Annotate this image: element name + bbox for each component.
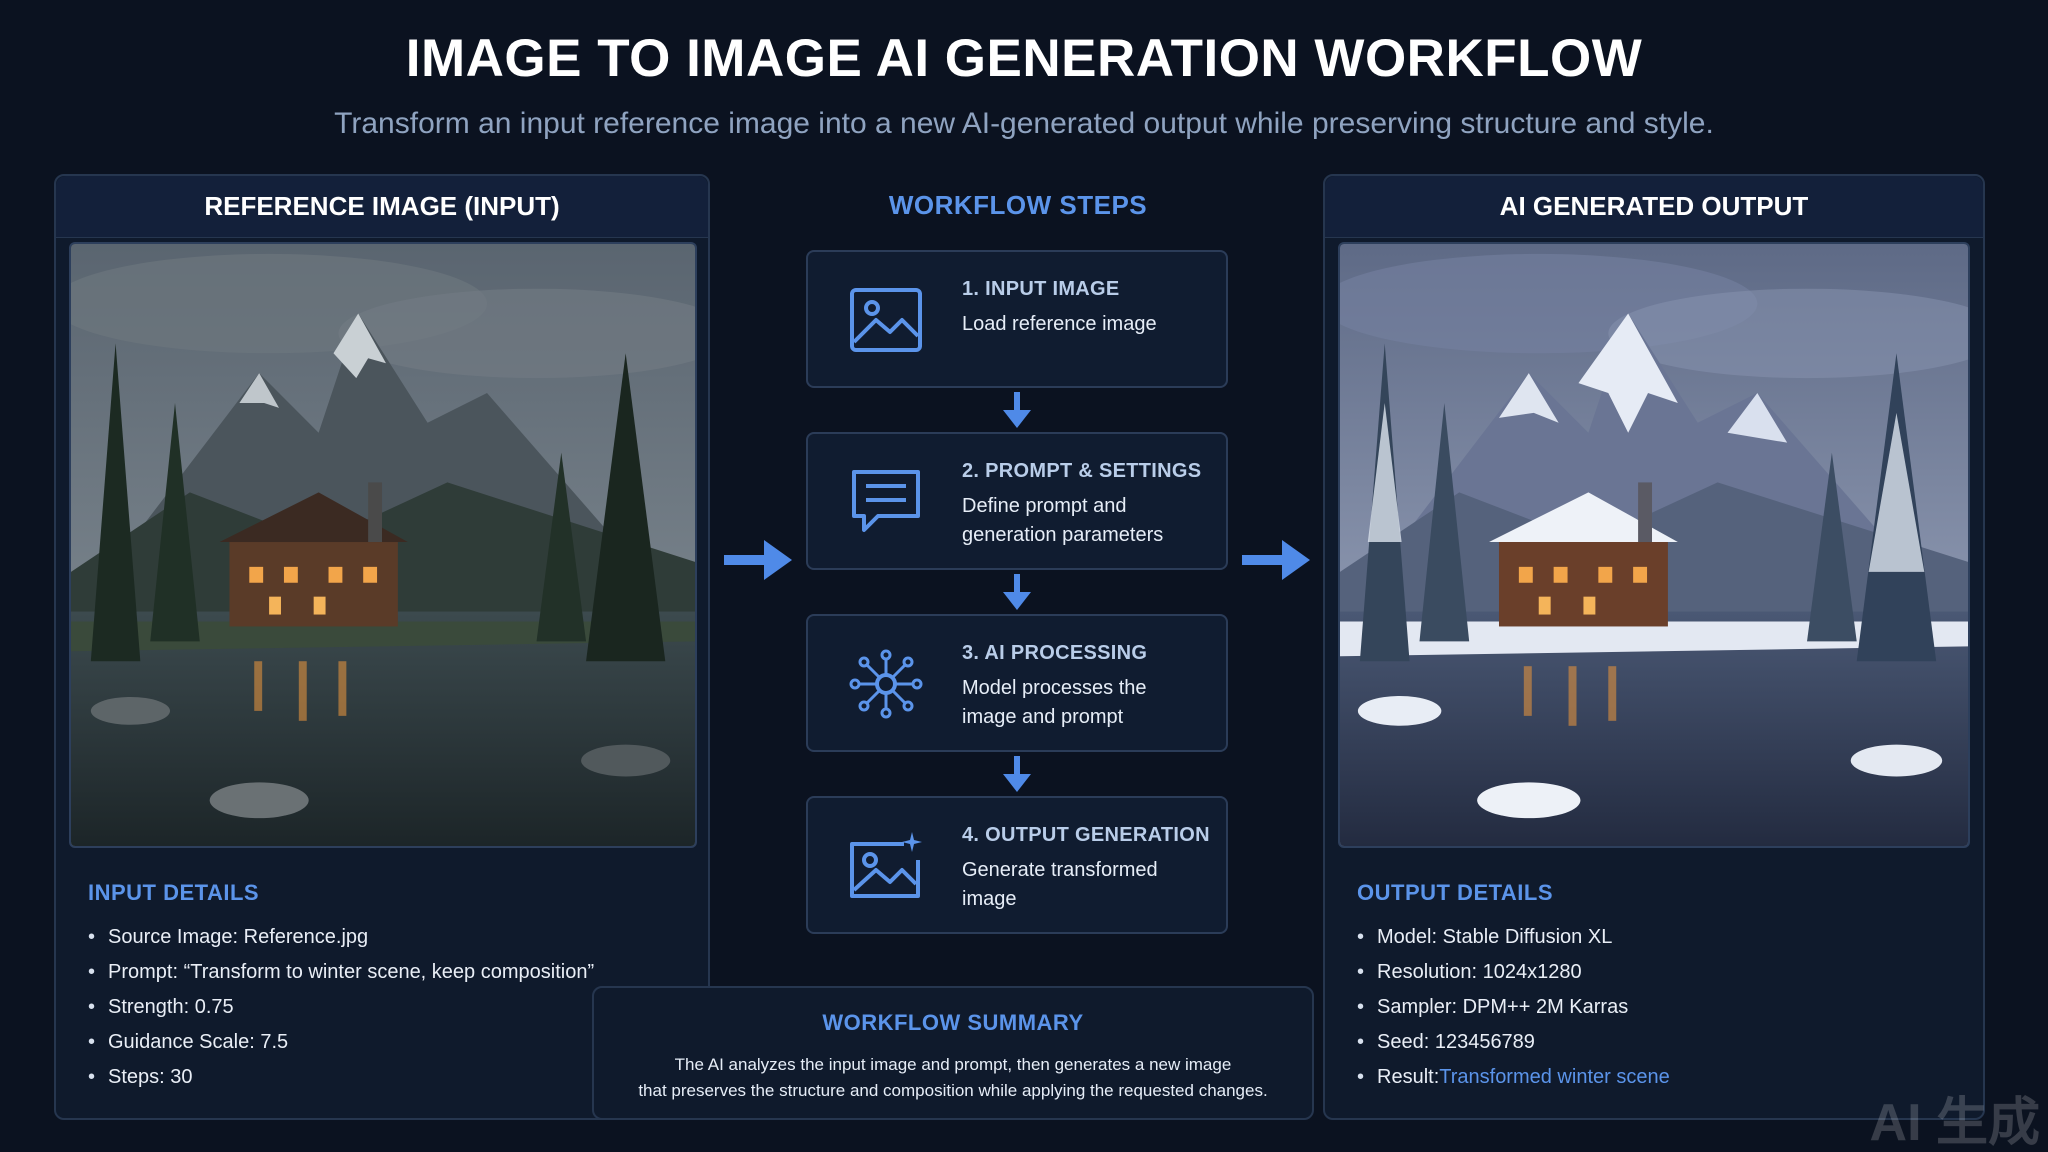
- reference-landscape-image: [71, 244, 695, 846]
- output-panel-heading: AI GENERATED OUTPUT: [1325, 176, 1983, 238]
- list-item: • Result: Transformed winter scene: [1357, 1060, 1670, 1095]
- step-title: 2. PROMPT & SETTINGS: [962, 460, 1202, 482]
- step-description: Model processes the image and prompt: [962, 677, 1147, 728]
- input-panel: REFERENCE IMAGE (INPUT) INPUT DETAILS • …: [54, 174, 710, 1120]
- list-item: • Guidance Scale: 7.5: [88, 1031, 289, 1053]
- neural-network-icon: [849, 649, 923, 719]
- step-title: 1. INPUT IMAGE: [962, 278, 1120, 300]
- result-value: Transformed winter scene: [1439, 1066, 1670, 1088]
- list-item: • Seed: 123456789: [1357, 1031, 1535, 1053]
- list-item: • Strength: 0.75: [88, 996, 234, 1018]
- step-output-generation[interactable]: 4. OUTPUT GENERATION Generate transforme…: [806, 796, 1228, 934]
- summary-text: The AI analyzes the input image and prom…: [638, 1055, 1268, 1100]
- arrow-down-icon: [1003, 392, 1031, 428]
- step-input-image[interactable]: 1. INPUT IMAGE Load reference image: [806, 250, 1228, 388]
- list-item: • Prompt: “Transform to winter scene, kee…: [88, 961, 595, 983]
- list-item: • Sampler: DPM++ 2M Karras: [1357, 996, 1629, 1018]
- page-subtitle: Transform an input reference image into …: [334, 107, 1714, 140]
- step-description: Define prompt and generation parameters: [962, 495, 1164, 546]
- step-title: 3. AI PROCESSING: [962, 642, 1148, 664]
- winter-landscape-image: [1340, 244, 1968, 846]
- list-item: • Model: Stable Diffusion XL: [1357, 926, 1613, 948]
- arrow-right-icon: [1242, 540, 1310, 580]
- workflow-summary: WORKFLOW SUMMARY The AI analyzes the inp…: [592, 986, 1314, 1120]
- output-details-list: • Model: Stable Diffusion XL • Resolution:…: [1357, 920, 1670, 1095]
- arrow-down-icon: [1003, 756, 1031, 792]
- reference-image[interactable]: [69, 242, 697, 848]
- arrow-down-icon: [1003, 574, 1031, 610]
- step-description: Load reference image: [962, 313, 1157, 335]
- image-icon: [850, 288, 922, 352]
- watermark: AI 生成: [1869, 1094, 2040, 1152]
- output-panel: AI GENERATED OUTPUT OUTPUT DETAILS • Mod…: [1323, 174, 1985, 1120]
- list-item: • Resolution: 1024x1280: [1357, 961, 1582, 983]
- chat-icon: [852, 470, 920, 532]
- input-details-title: INPUT DETAILS: [88, 880, 260, 905]
- step-ai-processing[interactable]: 3. AI PROCESSING Model processes the ima…: [806, 614, 1228, 752]
- generated-image[interactable]: [1338, 242, 1970, 848]
- arrow-right-icon: [724, 540, 792, 580]
- page-title: IMAGE TO IMAGE AI GENERATION WORKFLOW: [405, 29, 1643, 88]
- header: IMAGE TO IMAGE AI GENERATION WORKFLOW Tr…: [0, 28, 2048, 141]
- input-details-list: • Source Image: Reference.jpg • Prompt: “T…: [88, 920, 594, 1095]
- workflow-steps-heading: WORKFLOW STEPS: [888, 190, 1148, 220]
- step-title: 4. OUTPUT GENERATION: [962, 824, 1210, 846]
- list-item: • Steps: 30: [88, 1066, 193, 1088]
- summary-title: WORKFLOW SUMMARY: [822, 1010, 1084, 1035]
- image-sparkle-icon: [850, 832, 922, 898]
- output-details-title: OUTPUT DETAILS: [1357, 880, 1554, 905]
- list-item: • Source Image: Reference.jpg: [88, 926, 369, 948]
- step-prompt-settings[interactable]: 2. PROMPT & SETTINGS Define prompt and g…: [806, 432, 1228, 570]
- input-panel-heading: REFERENCE IMAGE (INPUT): [56, 176, 708, 238]
- step-description: Generate transformed image: [962, 859, 1158, 910]
